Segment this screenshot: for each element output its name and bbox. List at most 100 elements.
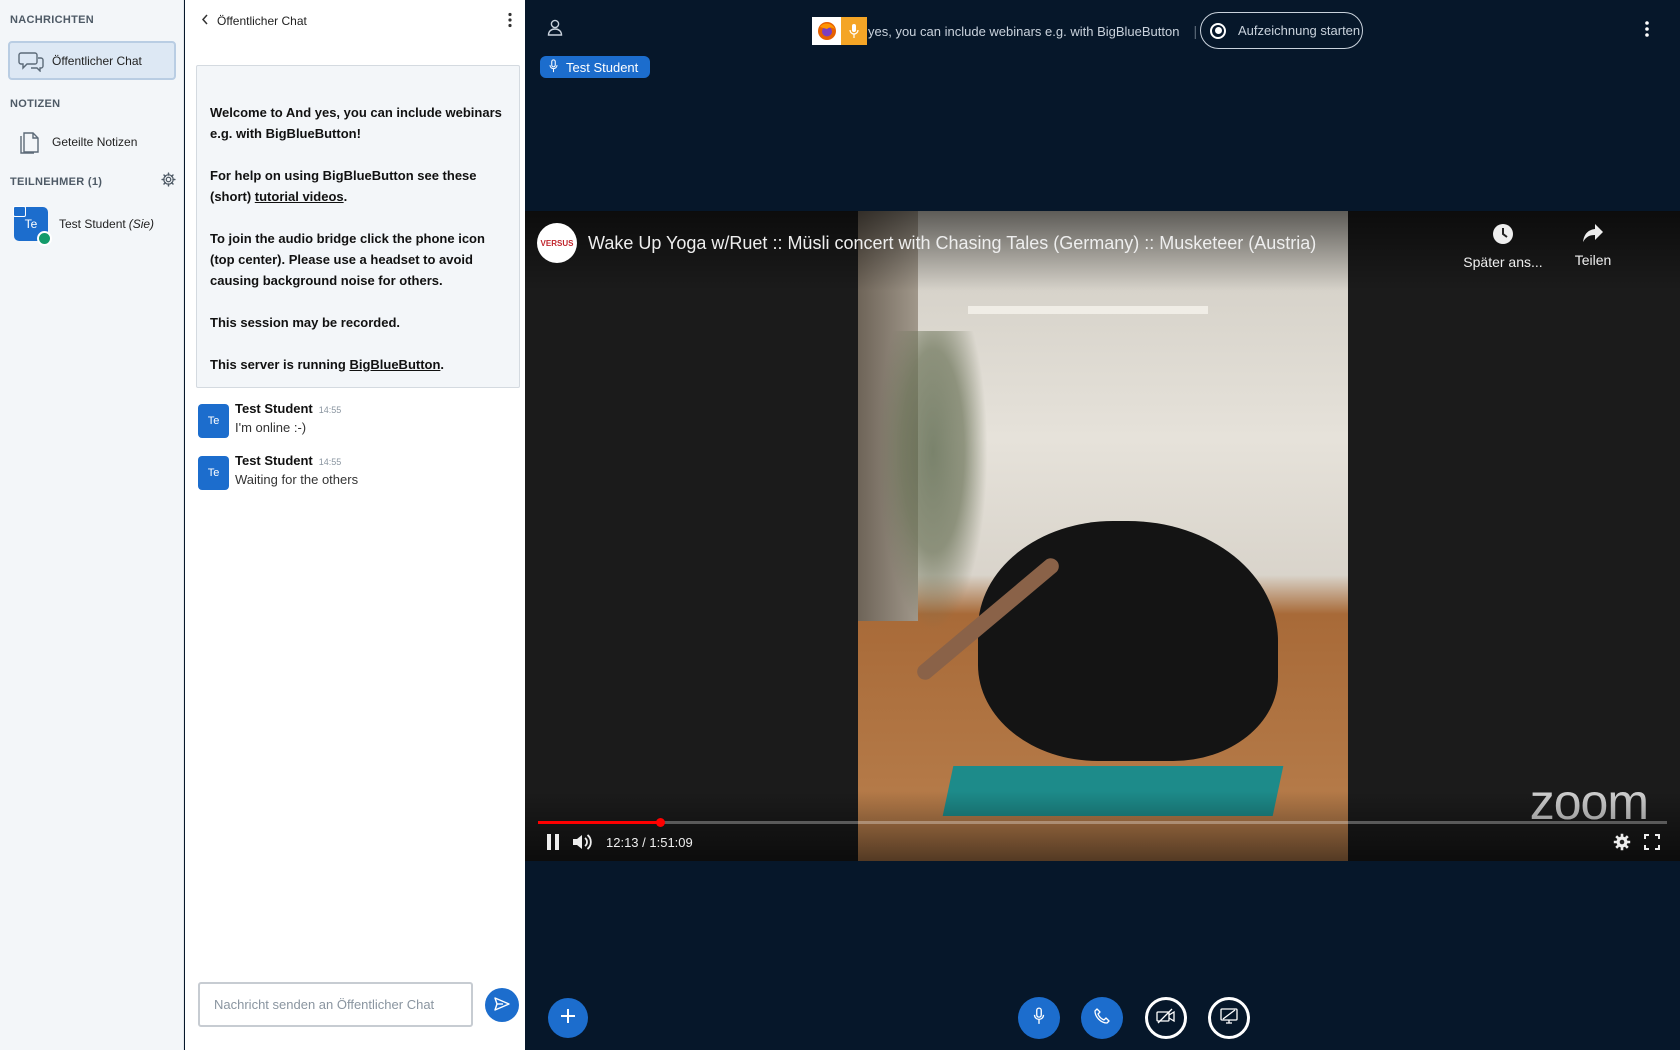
message-time: 14:55 [318,405,342,415]
progress-scrubber[interactable] [655,818,665,827]
users-section-title: TEILNEHMER (1) [10,176,103,188]
external-video-player[interactable]: zoom VERSUS Wake Up Yoga w/Ruet :: Müsli… [525,211,1680,861]
user-list-item[interactable]: Te Test Student (Sie) [13,206,179,246]
public-chat-label: Öffentlicher Chat [52,53,142,68]
start-recording-label: Aufzeichnung starten [1238,23,1361,38]
chat-title: Öffentlicher Chat [217,14,307,28]
chat-message-input[interactable] [198,982,473,1027]
recording-mic-icon [841,17,867,45]
avatar: Te [13,206,52,246]
messages-section-title: NACHRICHTEN [10,14,94,26]
message-author: Test Student [235,453,313,468]
pause-icon [547,834,559,850]
clock-icon [1492,223,1514,248]
send-message-button[interactable] [485,988,519,1022]
plus-icon [560,1008,576,1029]
channel-avatar[interactable]: VERSUS [537,223,577,263]
send-arrow-icon [494,996,510,1014]
desktop-share-off-icon [1220,1007,1238,1029]
message-time: 14:55 [318,457,342,467]
share-webcam-button[interactable] [1145,997,1187,1039]
volume-button[interactable] [568,829,598,855]
share-label: Teilen [1574,252,1612,268]
record-dot-icon [1210,22,1226,39]
share-screen-button[interactable] [1208,997,1250,1039]
welcome-text: ! [356,126,361,141]
video-title[interactable]: Wake Up Yoga w/Ruet :: Müsli concert wit… [588,233,1316,254]
avatar: Te [198,404,229,438]
chat-message: Te Test Student 14:55 Waiting for the oth… [198,452,358,490]
video-progress-bar[interactable] [538,818,1667,827]
message-text: Waiting for the others [235,472,359,487]
chat-bubbles-icon [10,50,52,72]
microphone-icon [549,58,558,76]
video-time: 12:13 / 1:51:09 [606,834,693,850]
pause-button[interactable] [538,829,568,855]
meeting-title: yes, you can include webinars e.g. with … [868,23,1180,39]
progress-fill [538,821,660,824]
welcome-text: This session may be recorded. [210,315,401,330]
chat-back-button[interactable]: Öffentlicher Chat [201,14,307,28]
meeting-title-bar: yes, you can include webinars e.g. with … [812,17,1211,45]
voice-badge-icon [37,231,52,246]
user-list-toggle-button[interactable] [545,19,565,41]
user-list-panel: NACHRICHTEN Öffentlicher Chat NOTIZEN Ge… [0,0,184,1050]
avatar: Te [198,456,229,490]
notes-document-icon [8,130,52,154]
welcome-para-2: For help on using BigBlueButton see thes… [210,165,506,207]
share-arrow-icon [1582,223,1604,246]
message-author: Test Student [235,401,313,416]
actions-plus-button[interactable] [548,998,588,1038]
phone-icon [1094,1007,1110,1029]
users-settings-gear-icon[interactable] [161,172,176,192]
welcome-para-1: Welcome to And yes, you can include webi… [210,102,506,144]
video-frame [858,211,1348,861]
browser-firefox-icon [812,17,841,45]
settings-gear-icon [1613,833,1631,851]
mute-microphone-button[interactable] [1018,997,1060,1039]
chat-message: Te Test Student 14:55 I'm online :-) [198,400,341,438]
video-settings-button[interactable] [1607,829,1637,855]
start-recording-button[interactable]: Aufzeichnung starten [1200,12,1363,49]
welcome-para-4: This session may be recorded. [210,312,506,333]
message-text: I'm online :-) [235,420,307,435]
welcome-text: . [343,189,348,204]
watch-later-button[interactable]: Später ans... [1458,223,1548,270]
tutorial-videos-link[interactable]: tutorial videos [255,189,344,204]
talking-indicator[interactable]: Test Student [540,56,651,78]
user-icon [547,19,563,41]
talker-name: Test Student [566,59,639,75]
welcome-message: Welcome to And yes, you can include webi… [196,65,520,388]
welcome-text: . [440,357,445,372]
share-button[interactable]: Teilen [1548,223,1638,268]
welcome-text: This server is running [210,357,350,372]
chat-options-kebab-icon[interactable] [507,12,513,31]
welcome-para-3: To join the audio bridge click the phone… [210,228,506,291]
chat-panel: Öffentlicher Chat Welcome to And yes, yo… [185,0,525,1050]
avatar-initials: Te [24,217,38,231]
main-area: yes, you can include webinars e.g. with … [525,0,1680,1050]
user-self-suffix: (Sie) [128,217,155,231]
bigbluebutton-link[interactable]: BigBlueButton [349,357,440,372]
shared-notes-item[interactable]: Geteilte Notizen [8,124,176,160]
camera-off-icon [1156,1008,1176,1029]
title-divider: | [1193,23,1198,39]
fullscreen-icon [1644,834,1660,850]
video-controls: 12:13 / 1:51:09 [538,829,1667,855]
options-kebab-icon[interactable] [1644,20,1650,43]
fullscreen-button[interactable] [1637,829,1667,855]
notes-section-title: NOTIZEN [10,98,61,110]
welcome-text: Welcome to [210,105,286,120]
watch-later-label: Später ans... [1463,254,1543,270]
public-chat-item[interactable]: Öffentlicher Chat [8,41,176,80]
leave-audio-button[interactable] [1081,997,1123,1039]
presenter-badge-icon [13,206,26,217]
microphone-icon [1033,1006,1045,1030]
volume-icon [573,834,592,850]
welcome-para-5: This server is running BigBlueButton. [210,354,506,375]
chat-header: Öffentlicher Chat [201,10,513,32]
shared-notes-label: Geteilte Notizen [52,135,138,149]
users-section-header: TEILNEHMER (1) [0,172,184,192]
user-name: Test Student [59,217,126,231]
chevron-left-icon [201,14,209,28]
